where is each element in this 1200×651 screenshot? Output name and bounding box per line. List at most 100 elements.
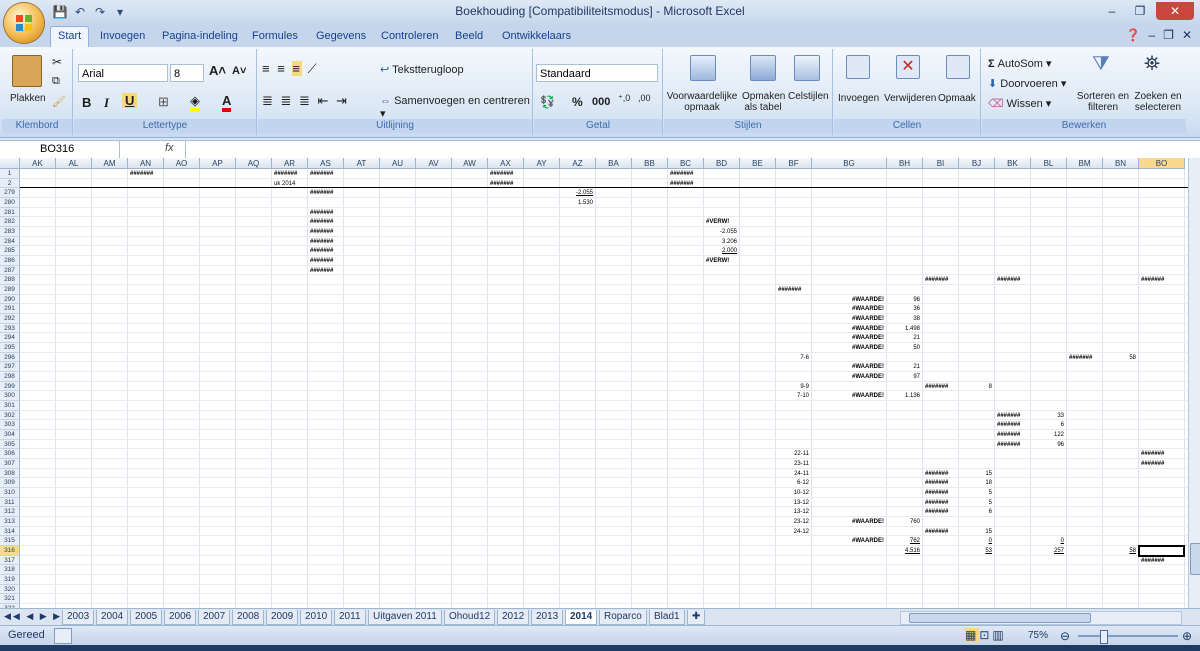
cell-bf313[interactable]: 23-12 <box>778 518 809 526</box>
thousands-button[interactable]: 000 <box>592 96 610 108</box>
cell-bj310[interactable]: 5 <box>961 489 992 497</box>
delete-cells-icon[interactable]: ✕ <box>896 55 920 79</box>
cell-bl304[interactable]: 122 <box>1033 431 1064 439</box>
borders-icon[interactable]: ⊞ <box>158 94 169 110</box>
cell-bh293[interactable]: 1.498 <box>889 325 920 333</box>
cell-bo307[interactable]: ####### <box>1141 460 1182 468</box>
cell-as1[interactable]: ####### <box>310 170 341 178</box>
row-header-319[interactable]: 319 <box>0 575 20 585</box>
column-header-al[interactable]: AL <box>56 158 92 169</box>
cell-bd283[interactable]: -2.055 <box>706 228 737 236</box>
cell-styles-icon[interactable] <box>794 55 820 81</box>
column-header-bl[interactable]: BL <box>1031 158 1067 169</box>
zoom-in-icon[interactable]: ⊕ <box>1182 629 1192 643</box>
column-header-ax[interactable]: AX <box>488 158 524 169</box>
cell-bh294[interactable]: 21 <box>889 334 920 342</box>
sheet-tab-blad1[interactable]: Blad1 <box>649 610 685 625</box>
cell-bi288[interactable]: ####### <box>925 276 956 284</box>
font-size-combo[interactable]: 8 <box>170 64 204 82</box>
sheet-tab-2013[interactable]: 2013 <box>531 610 564 625</box>
row-header-300[interactable]: 300 <box>0 391 20 402</box>
tab-invoegen[interactable]: Invoegen <box>100 30 145 42</box>
column-header-bk[interactable]: BK <box>995 158 1031 169</box>
cell-bh316[interactable]: 4.516 <box>889 547 920 555</box>
row-header-309[interactable]: 309 <box>0 478 20 489</box>
decrease-decimal-icon[interactable]: ,00 <box>638 93 651 103</box>
cell-bf310[interactable]: 10-12 <box>778 489 809 497</box>
cell-bi311[interactable]: ####### <box>925 499 956 507</box>
row-header-320[interactable]: 320 <box>0 584 20 595</box>
maximize-icon[interactable]: ❐ <box>1128 2 1152 20</box>
cell-bk303[interactable]: ####### <box>997 421 1028 429</box>
cell-bn316[interactable]: 58 <box>1105 547 1136 555</box>
conditional-format-button[interactable]: Voorwaardelijke opmaak <box>666 91 738 113</box>
row-header-282[interactable]: 282 <box>0 217 20 227</box>
sheet-tab-2008[interactable]: 2008 <box>232 610 265 625</box>
cell-as282[interactable]: ####### <box>310 218 341 226</box>
cell-bf311[interactable]: 13-12 <box>778 499 809 507</box>
cell-as286[interactable]: ####### <box>310 257 341 265</box>
cell-bj311[interactable]: 5 <box>961 499 992 507</box>
cell-bo306[interactable]: ####### <box>1141 450 1182 458</box>
row-header-280[interactable]: 280 <box>0 198 20 208</box>
row-header-310[interactable]: 310 <box>0 488 20 498</box>
cell-bl303[interactable]: 6 <box>1033 421 1064 429</box>
fx-icon[interactable]: fx <box>165 142 174 154</box>
vertical-scrollbar[interactable] <box>1188 158 1200 608</box>
cell-bh292[interactable]: 38 <box>889 315 920 323</box>
tab-start[interactable]: Start <box>50 26 90 48</box>
cell-bd284[interactable]: 3.206 <box>706 238 737 246</box>
row-header-286[interactable]: 286 <box>0 256 20 266</box>
row-header-285[interactable]: 285 <box>0 246 20 257</box>
column-header-aq[interactable]: AQ <box>236 158 272 169</box>
paste-button[interactable]: Plakken <box>10 93 46 104</box>
cell-bj314[interactable]: 15 <box>961 528 992 536</box>
cell-bl315[interactable]: 0 <box>1033 537 1064 545</box>
cell-bd282[interactable]: #VERW! <box>706 218 737 226</box>
cell-bd285[interactable]: 2.000 <box>706 247 737 255</box>
row-header-299[interactable]: 299 <box>0 381 20 392</box>
horizontal-scroll-thumb[interactable] <box>909 613 1091 623</box>
conditional-format-icon[interactable] <box>690 55 716 81</box>
cell-bo288[interactable]: ####### <box>1141 276 1182 284</box>
row-header-294[interactable]: 294 <box>0 333 20 344</box>
column-header-bg[interactable]: BG <box>812 158 887 169</box>
cell-bf306[interactable]: 22-11 <box>778 450 809 458</box>
cell-bf309[interactable]: 6-12 <box>778 479 809 487</box>
macro-record-icon[interactable] <box>54 628 72 644</box>
row-header-297[interactable]: 297 <box>0 362 20 373</box>
office-button[interactable] <box>4 3 44 43</box>
sheet-tab-uitgaven-2011[interactable]: Uitgaven 2011 <box>368 610 442 625</box>
sheet-tab-2014[interactable]: 2014 <box>565 610 598 625</box>
row-header-304[interactable]: 304 <box>0 430 20 440</box>
zoom-level[interactable]: 75% <box>1028 630 1048 641</box>
cell-bo317[interactable]: ####### <box>1141 557 1182 565</box>
cell-bh298[interactable]: 97 <box>889 373 920 381</box>
bold-button[interactable]: B <box>82 95 91 110</box>
column-header-at[interactable]: AT <box>344 158 380 169</box>
sheet-tab-ohoud12[interactable]: Ohoud12 <box>444 610 496 625</box>
cell-az280[interactable]: 1.530 <box>562 199 593 207</box>
copy-icon[interactable]: ⧉ <box>52 75 60 88</box>
cell-bg290[interactable]: #WAARDE! <box>814 296 884 304</box>
zoom-slider-thumb[interactable] <box>1100 630 1108 644</box>
cell-bf308[interactable]: 24-11 <box>778 470 809 478</box>
format-painter-icon[interactable]: 🖌 <box>52 95 66 108</box>
cell-bh295[interactable]: 50 <box>889 344 920 352</box>
cell-bh291[interactable]: 36 <box>889 305 920 313</box>
cell-bj308[interactable]: 15 <box>961 470 992 478</box>
row-header-298[interactable]: 298 <box>0 372 20 382</box>
name-box[interactable]: BO316 <box>0 141 120 158</box>
cell-bj309[interactable]: 18 <box>961 479 992 487</box>
tab-beeld[interactable]: Beeld <box>455 30 483 42</box>
format-table-icon[interactable] <box>750 55 776 81</box>
cell-bl302[interactable]: 33 <box>1033 412 1064 420</box>
cell-as279[interactable]: ####### <box>310 189 341 197</box>
tab-ontwikkelaars[interactable]: Ontwikkelaars <box>502 30 571 42</box>
cell-as285[interactable]: ####### <box>310 247 341 255</box>
cell-bi309[interactable]: ####### <box>925 479 956 487</box>
horizontal-scrollbar[interactable] <box>900 611 1182 625</box>
column-header-ay[interactable]: AY <box>524 158 560 169</box>
cell-bi308[interactable]: ####### <box>925 470 956 478</box>
cell-bf299[interactable]: 9-9 <box>778 383 809 391</box>
